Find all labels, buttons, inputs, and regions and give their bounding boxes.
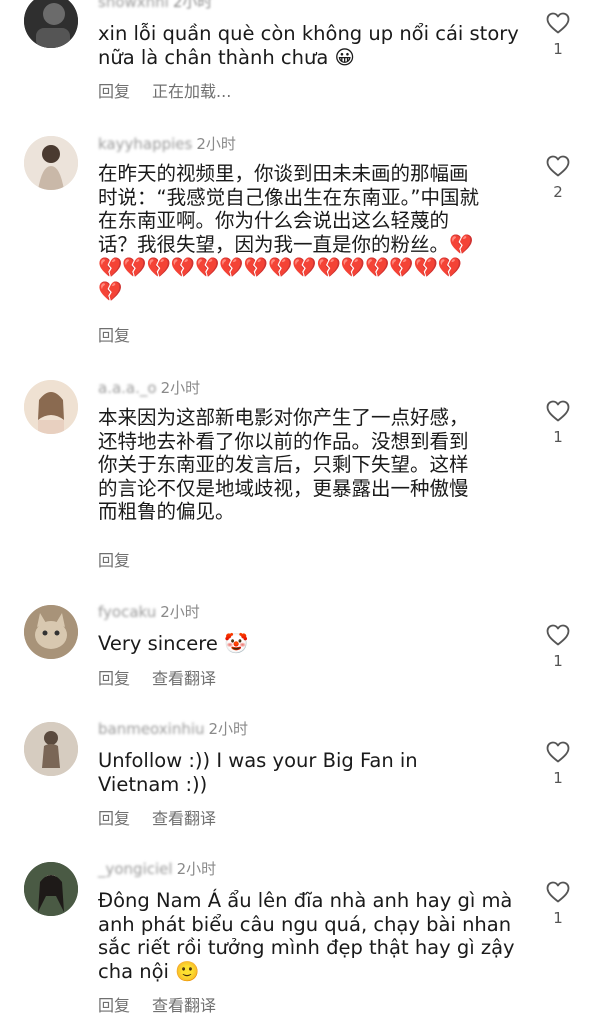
comment-actions: 回复 查看翻译 <box>98 805 238 829</box>
comment-text: 在昨天的视频里，你谈到田未未画的那幅画 时说：“我感觉自己像出生在东南亚。”中国… <box>98 162 479 303</box>
reply-button[interactable]: 回复 <box>98 669 130 688</box>
avatar[interactable] <box>24 380 78 434</box>
like-control: 2 <box>545 155 571 201</box>
timestamp: 2小时 <box>160 603 200 621</box>
comment-actions: 回复 <box>98 322 152 346</box>
username[interactable]: kayyhappies <box>98 135 192 153</box>
translate-button[interactable]: 查看翻译 <box>152 669 216 688</box>
username[interactable]: _yongiciel <box>98 860 173 878</box>
timestamp: 2小时 <box>208 720 249 738</box>
like-control: 1 <box>545 741 571 787</box>
like-count: 2 <box>553 183 563 201</box>
username[interactable]: banmeoxinhiu <box>98 720 205 738</box>
comment-meta: _yongiciel 2小时 <box>98 858 216 879</box>
avatar[interactable] <box>24 136 78 190</box>
comment-text: Very sincere 🤡 <box>98 632 249 655</box>
comment-meta: kayyhappies 2小时 <box>98 133 236 154</box>
comment-text: Unfollow :)) I was your Big Fan in Vietn… <box>98 749 418 796</box>
reply-button[interactable]: 回复 <box>98 996 130 1015</box>
comment-text: 本来因为这部新电影对你产生了一点好感， 还特地去补看了你以前的作品。没想到看到 … <box>98 406 469 523</box>
heart-outline-icon[interactable] <box>546 624 570 646</box>
comment-actions: 回复 查看翻译 <box>98 665 238 689</box>
comment-text: Đông Nam Á ẩu lên đĩa nhà anh hay gì mà … <box>98 889 515 983</box>
reply-button[interactable]: 回复 <box>98 82 130 101</box>
heart-outline-icon[interactable] <box>546 881 570 903</box>
like-count: 1 <box>553 428 563 446</box>
timestamp: 2小时 <box>176 860 217 878</box>
like-count: 1 <box>553 909 563 927</box>
username[interactable]: snowxnhi <box>98 0 169 11</box>
translate-button[interactable]: 查看翻译 <box>152 996 216 1015</box>
comment-meta: banmeoxinhiu 2小时 <box>98 718 248 739</box>
heart-outline-icon[interactable] <box>546 155 570 177</box>
timestamp: 2小时 <box>172 0 213 11</box>
like-count: 1 <box>553 769 563 787</box>
heart-outline-icon[interactable] <box>546 12 570 34</box>
comment-meta: fyocaku 2小时 <box>98 601 200 622</box>
like-count: 1 <box>553 652 563 670</box>
avatar[interactable] <box>24 605 78 659</box>
heart-outline-icon[interactable] <box>546 400 570 422</box>
avatar[interactable] <box>24 722 78 776</box>
timestamp: 2小时 <box>196 135 236 153</box>
translate-button[interactable]: 查看翻译 <box>152 809 216 828</box>
username[interactable]: a.a.a._o <box>98 379 157 397</box>
heart-outline-icon[interactable] <box>546 741 570 763</box>
loading-text: 正在加载... <box>152 82 232 101</box>
comment-text: xin lỗi quần què còn không up nổi cái st… <box>98 22 519 69</box>
like-control: 1 <box>545 400 571 446</box>
like-count: 1 <box>553 40 563 58</box>
avatar[interactable] <box>24 862 78 916</box>
avatar[interactable] <box>24 0 78 48</box>
like-control: 1 <box>545 881 571 927</box>
like-control: 1 <box>545 12 571 58</box>
like-control: 1 <box>545 624 571 670</box>
comment-actions: 回复 <box>98 547 152 571</box>
reply-button[interactable]: 回复 <box>98 809 130 828</box>
reply-button[interactable]: 回复 <box>98 551 130 570</box>
reply-button[interactable]: 回复 <box>98 326 130 345</box>
comment-meta: snowxnhi 2小时 <box>98 0 212 12</box>
comment-actions: 回复 查看翻译 <box>98 992 238 1016</box>
username[interactable]: fyocaku <box>98 603 156 621</box>
comment-actions: 回复 正在加载... <box>98 78 253 102</box>
comment-meta: a.a.a._o 2小时 <box>98 377 200 398</box>
timestamp: 2小时 <box>160 379 201 397</box>
